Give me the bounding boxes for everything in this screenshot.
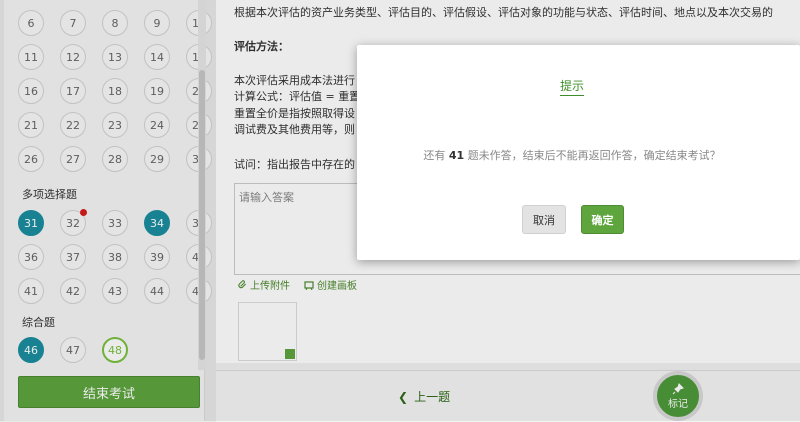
confirm-dialog: 提示 还有 41 题未作答，结束后不能再返回作答，确定结束考试？ 取消 确定 [357, 45, 800, 260]
remaining-count: 41 [448, 149, 465, 162]
dialog-title: 提示 [357, 77, 787, 96]
cancel-button[interactable]: 取消 [522, 205, 566, 234]
confirm-button[interactable]: 确定 [581, 205, 624, 234]
dialog-message: 还有 41 题未作答，结束后不能再返回作答，确定结束考试？ [423, 149, 721, 162]
